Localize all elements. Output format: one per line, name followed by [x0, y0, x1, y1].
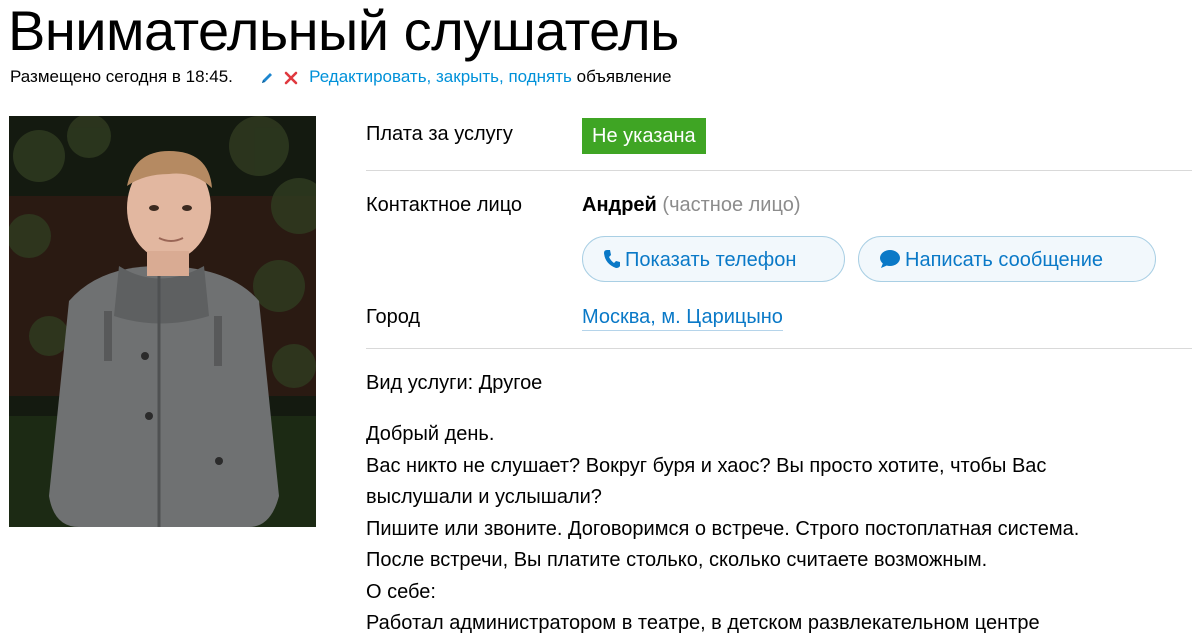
- description-line: Пишите или звоните. Договоримся о встреч…: [366, 517, 1080, 540]
- description-line: После встречи, Вы платите столько, сколь…: [366, 549, 988, 571]
- show-phone-button[interactable]: Показать телефон: [582, 236, 845, 282]
- description: Добрый день. Вас никто не слушает? Вокру…: [366, 419, 1192, 640]
- service-type: Вид услуги: Другое: [366, 372, 543, 394]
- divider: [366, 348, 1192, 349]
- city-label: Город: [366, 306, 421, 328]
- price-badge: Не указана: [582, 118, 706, 154]
- phone-icon: [604, 250, 620, 268]
- show-phone-label: Показать телефон: [625, 249, 797, 271]
- close-icon[interactable]: [284, 71, 298, 85]
- posted-date: Размещено сегодня в 18:45.: [10, 67, 233, 86]
- contact-name: Андрей: [582, 194, 657, 216]
- ad-photo[interactable]: [9, 116, 316, 527]
- divider: [366, 170, 1192, 171]
- edit-close-raise-link[interactable]: Редактировать, закрыть, поднять: [309, 67, 572, 86]
- pencil-icon[interactable]: [260, 71, 274, 85]
- chat-bubble-icon: [880, 250, 900, 268]
- description-line: Работал администратором в театре, в детс…: [366, 612, 1040, 634]
- contact-type: (частное лицо): [662, 194, 801, 216]
- contact-info: Андрей (частное лицо): [582, 192, 801, 218]
- edit-link-suffix: объявление: [576, 67, 672, 86]
- contact-label: Контактное лицо: [366, 194, 523, 216]
- write-message-button[interactable]: Написать сообщение: [858, 236, 1156, 282]
- description-line: О себе:: [366, 580, 436, 603]
- description-line: Добрый день.: [366, 423, 495, 445]
- description-line: Вас никто не слушает? Вокруг буря и хаос…: [366, 454, 1047, 477]
- posted-info: Размещено сегодня в 18:45. Редактировать…: [10, 66, 671, 88]
- description-line: выслушали и услышали?: [366, 486, 602, 508]
- write-message-label: Написать сообщение: [905, 249, 1104, 271]
- city-link[interactable]: Москва, м. Царицыно: [582, 304, 783, 331]
- page-title: Внимательный слушатель: [8, 0, 679, 62]
- price-label: Плата за услугу: [366, 123, 513, 145]
